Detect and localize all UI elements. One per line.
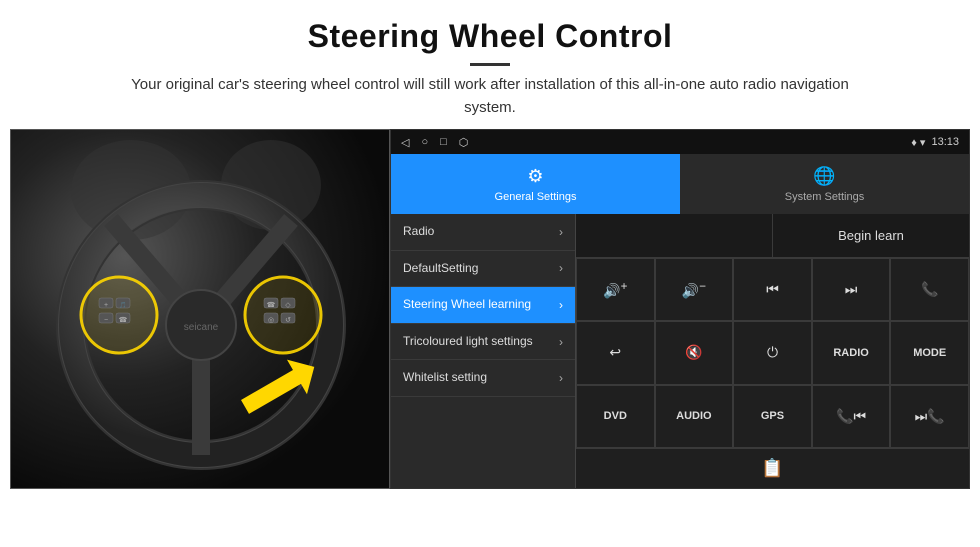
page-header: Steering Wheel Control Your original car… <box>0 0 980 129</box>
menu-item-whitelist[interactable]: Whitelist setting › <box>391 360 575 397</box>
call-next-icon: ⏭📞 <box>915 408 945 425</box>
call-prev-button[interactable]: 📞⏮ <box>812 385 891 448</box>
page-title: Steering Wheel Control <box>40 18 940 55</box>
mode-button[interactable]: MODE <box>890 321 969 384</box>
svg-text:◇: ◇ <box>285 302 291 309</box>
bottom-icon-row: 📋 <box>576 448 969 488</box>
svg-text:☎: ☎ <box>267 301 276 309</box>
menu-item-radio[interactable]: Radio › <box>391 214 575 251</box>
mute-button[interactable]: 🔇 <box>655 321 734 384</box>
menu-whitelist-label: Whitelist setting <box>403 370 487 386</box>
prev-track-icon: ⏮ <box>766 281 779 298</box>
title-divider <box>470 63 510 66</box>
menu-radio-label: Radio <box>403 224 434 240</box>
audio-label: AUDIO <box>676 410 711 422</box>
chevron-whitelist-icon: › <box>559 371 563 385</box>
mode-label: MODE <box>913 347 946 359</box>
main-panel: Radio › DefaultSetting › Steering Wheel … <box>391 214 969 488</box>
power-button[interactable]: ⏻ <box>733 321 812 384</box>
status-bar: ◁ ○ □ ⬡ ♦ ▾ 13:13 <box>391 130 969 154</box>
menu-item-default[interactable]: DefaultSetting › <box>391 251 575 288</box>
radio-label: RADIO <box>833 347 868 359</box>
menu-item-tricoloured[interactable]: Tricoloured light settings › <box>391 324 575 361</box>
menu-item-steering-wheel[interactable]: Steering Wheel learning › <box>391 287 575 324</box>
tab-general-label: General Settings <box>495 191 577 203</box>
call-next-button[interactable]: ⏭📞 <box>890 385 969 448</box>
steering-wheel-container: seicane + 🎵 − ☎ <box>11 130 389 488</box>
svg-text:−: − <box>104 317 108 324</box>
steering-wheel-svg: seicane + 🎵 − ☎ <box>11 130 390 489</box>
svg-text:◎: ◎ <box>268 317 274 324</box>
prev-track-button[interactable]: ⏮ <box>733 258 812 321</box>
svg-text:☎: ☎ <box>119 316 128 324</box>
content-area: seicane + 🎵 − ☎ <box>0 129 980 499</box>
bottom-icon: 📋 <box>761 458 783 479</box>
head-unit: ◁ ○ □ ⬡ ♦ ▾ 13:13 ⚙ General Settings 🌐 S… <box>390 129 970 489</box>
tab-general-settings[interactable]: ⚙ General Settings <box>391 154 680 214</box>
chevron-default-icon: › <box>559 261 563 275</box>
next-track-button[interactable]: ⏭ <box>812 258 891 321</box>
gps-button[interactable]: GPS <box>733 385 812 448</box>
chevron-tricoloured-icon: › <box>559 335 563 349</box>
nav-back-icon[interactable]: ◁ <box>401 136 409 149</box>
signal-icon: ♦ ▾ <box>911 136 925 149</box>
tab-system-settings[interactable]: 🌐 System Settings <box>680 154 969 214</box>
svg-text:🎵: 🎵 <box>119 301 126 309</box>
dvd-button[interactable]: DVD <box>576 385 655 448</box>
menu-steering-label: Steering Wheel learning <box>403 297 531 313</box>
general-settings-icon: ⚙ <box>527 166 543 187</box>
call-icon: 📞 <box>921 281 938 298</box>
power-icon: ⏻ <box>767 344 778 361</box>
begin-learn-label: Begin learn <box>838 228 904 243</box>
nav-recent-icon[interactable]: □ <box>440 136 447 148</box>
right-controls: Begin learn 🔊+ 🔊− ⏮ ⏭ <box>576 214 969 488</box>
vol-down-button[interactable]: 🔊− <box>655 258 734 321</box>
menu-tricoloured-label: Tricoloured light settings <box>403 334 533 350</box>
vol-up-icon: 🔊+ <box>603 280 627 300</box>
left-menu: Radio › DefaultSetting › Steering Wheel … <box>391 214 576 488</box>
dvd-label: DVD <box>604 410 627 422</box>
tab-system-label: System Settings <box>785 191 864 203</box>
time-display: 13:13 <box>931 136 959 148</box>
nav-cast-icon[interactable]: ⬡ <box>459 136 469 149</box>
chevron-steering-icon: › <box>559 298 563 312</box>
controls-top-row: Begin learn <box>576 214 969 258</box>
nav-icons: ◁ ○ □ ⬡ <box>401 136 468 149</box>
svg-text:↺: ↺ <box>285 317 291 324</box>
next-track-icon: ⏭ <box>845 281 858 298</box>
audio-button[interactable]: AUDIO <box>655 385 734 448</box>
top-empty-cell <box>576 214 773 257</box>
call-button[interactable]: 📞 <box>890 258 969 321</box>
mute-icon: 🔇 <box>685 344 702 361</box>
begin-learn-button[interactable]: Begin learn <box>773 214 969 257</box>
vol-down-icon: 🔊− <box>682 280 706 300</box>
nav-home-icon[interactable]: ○ <box>421 136 428 148</box>
system-settings-icon: 🌐 <box>813 166 835 187</box>
menu-default-label: DefaultSetting <box>403 261 478 277</box>
car-image: seicane + 🎵 − ☎ <box>10 129 390 489</box>
gps-label: GPS <box>761 410 784 422</box>
hang-up-icon: ↩ <box>609 344 621 361</box>
header-description: Your original car's steering wheel contr… <box>110 74 870 119</box>
tabs-row: ⚙ General Settings 🌐 System Settings <box>391 154 969 214</box>
call-prev-icon: 📞⏮ <box>836 408 866 425</box>
svg-text:+: + <box>104 302 108 309</box>
vol-up-button[interactable]: 🔊+ <box>576 258 655 321</box>
chevron-radio-icon: › <box>559 225 563 239</box>
controls-grid: 🔊+ 🔊− ⏮ ⏭ 📞 ↩ <box>576 258 969 448</box>
hang-up-button[interactable]: ↩ <box>576 321 655 384</box>
svg-text:seicane: seicane <box>184 322 219 333</box>
status-info: ♦ ▾ 13:13 <box>911 136 959 149</box>
radio-button[interactable]: RADIO <box>812 321 891 384</box>
